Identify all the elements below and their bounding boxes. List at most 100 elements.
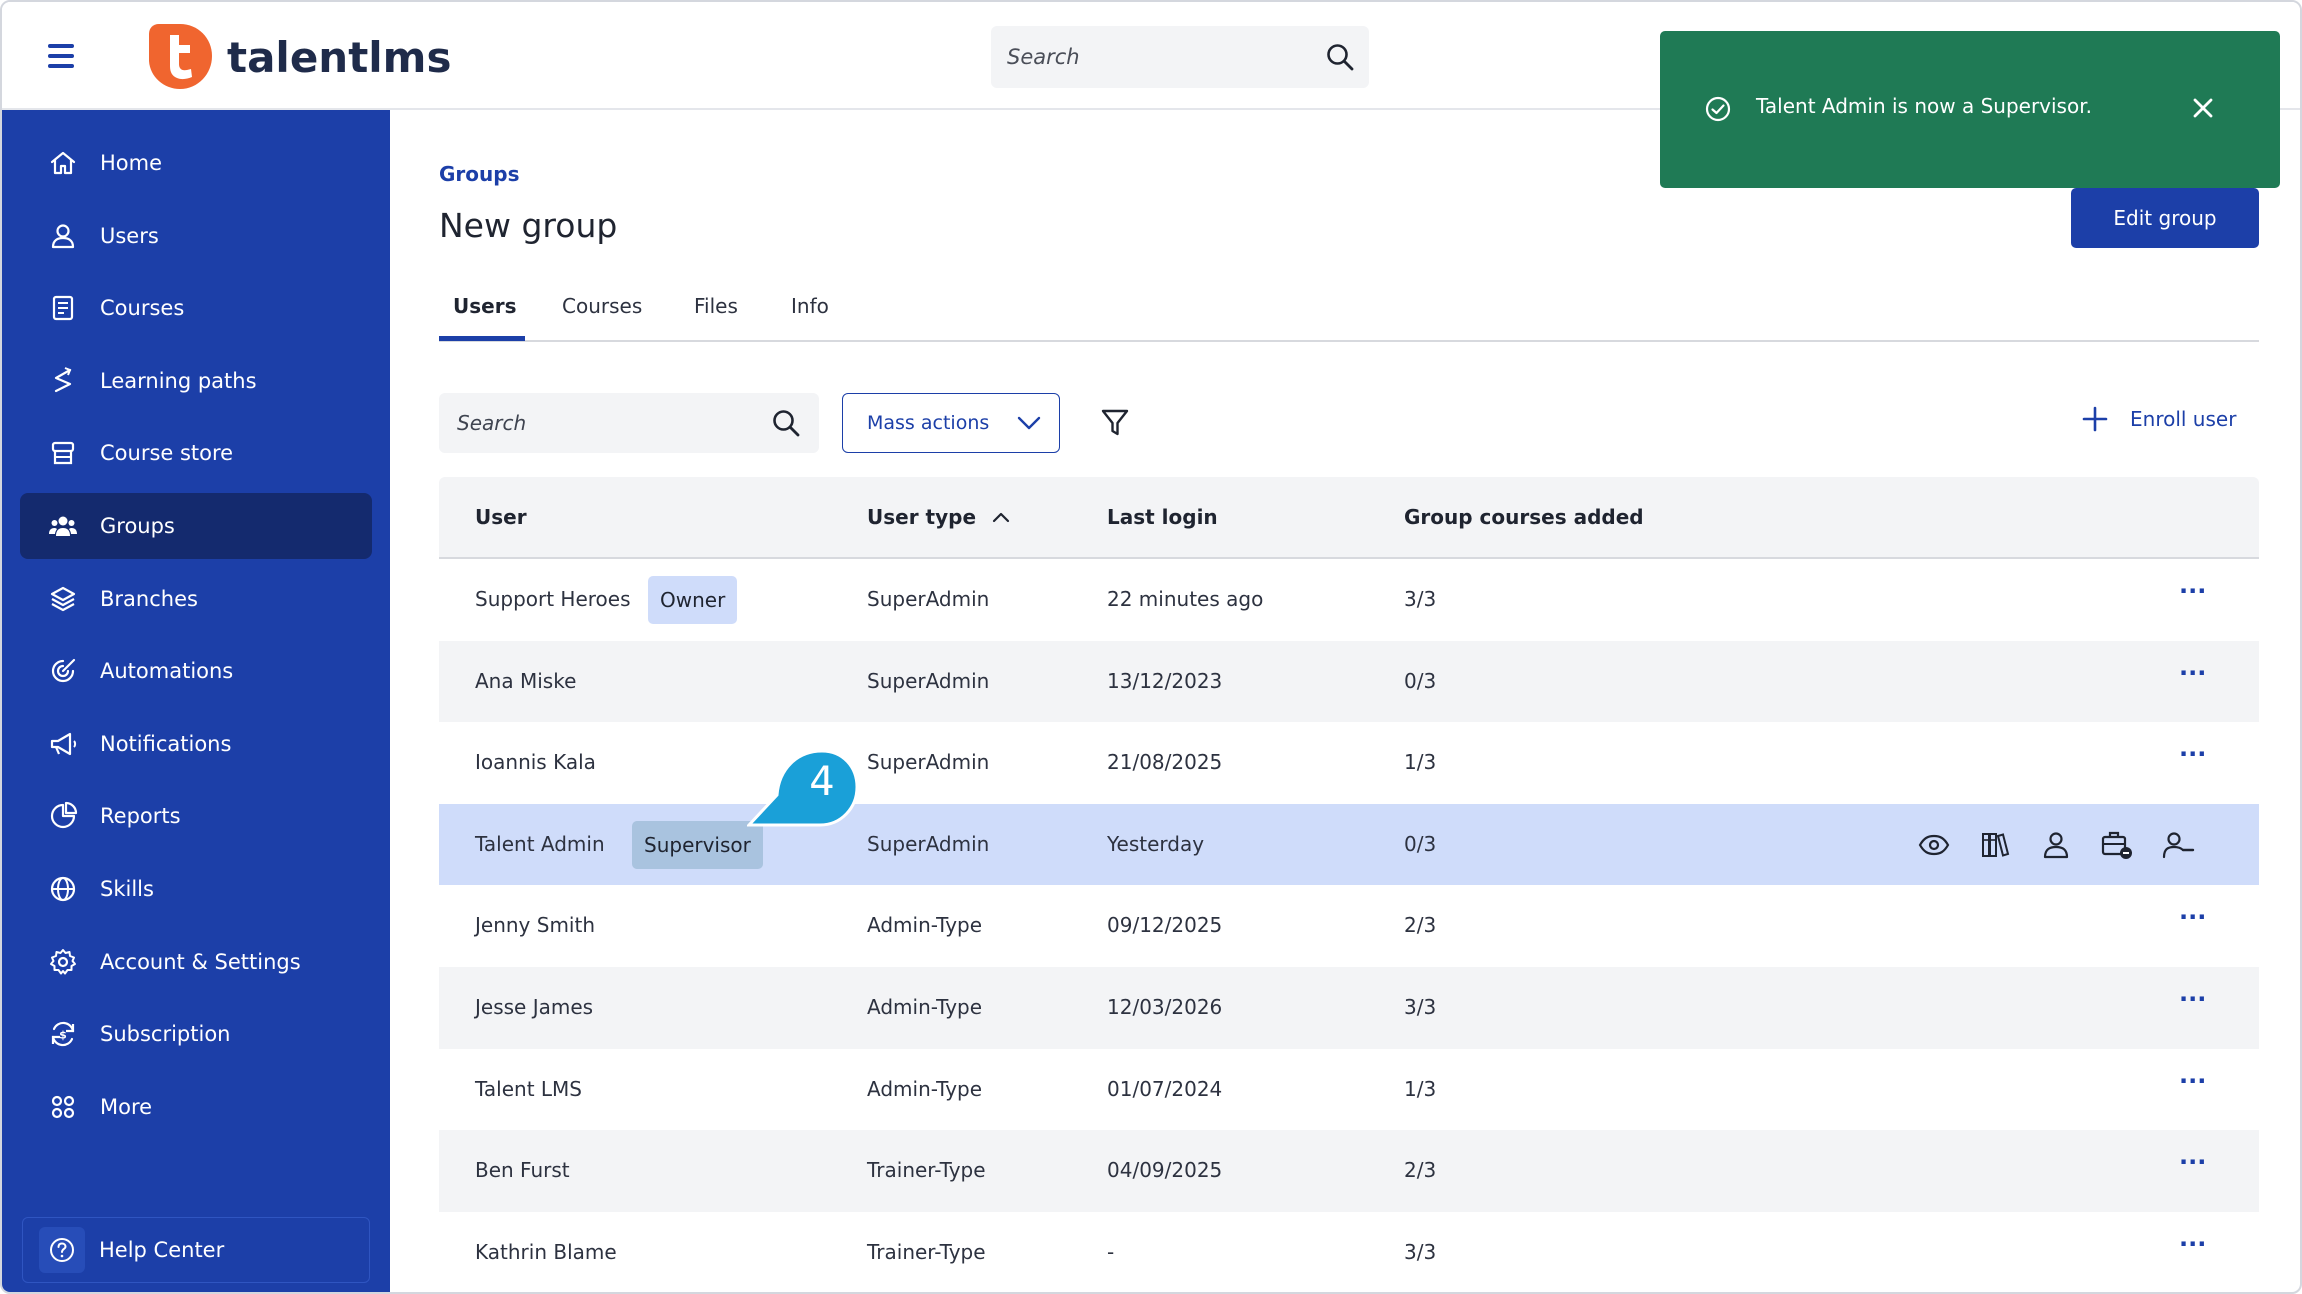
- plus-icon: [2082, 406, 2108, 432]
- tab-info[interactable]: Info: [791, 294, 829, 318]
- user-profile-icon[interactable]: [2039, 828, 2073, 862]
- logo-text: talentlms: [227, 32, 452, 82]
- sidebar-item-label: Courses: [100, 296, 185, 321]
- sidebar-item-account-and-settings[interactable]: Account & Settings: [20, 929, 372, 995]
- row-menu-icon[interactable]: ···: [2179, 1148, 2206, 1176]
- table-row[interactable]: Jenny Smith Admin-Type 09/12/2025 2/3 ···: [439, 885, 2259, 967]
- mass-actions-dropdown[interactable]: Mass actions: [842, 393, 1060, 453]
- remove-supervisor-icon[interactable]: [2100, 828, 2134, 862]
- row-menu-icon[interactable]: ···: [2179, 903, 2206, 931]
- table-row[interactable]: Kathrin Blame Trainer-Type - 3/3 ···: [439, 1212, 2259, 1292]
- sidebar-item-skills[interactable]: Skills: [20, 856, 372, 922]
- sidebar-item-course-store[interactable]: Course store: [20, 420, 372, 486]
- group-courses-added: 2/3: [1404, 1158, 1437, 1183]
- sidebar-item-subscription[interactable]: $ Subscription: [20, 1001, 372, 1067]
- user-name[interactable]: Kathrin Blame: [475, 1240, 617, 1264]
- row-menu-icon[interactable]: ···: [2179, 1230, 2206, 1258]
- logo[interactable]: talentlms: [145, 22, 451, 92]
- user-name[interactable]: Talent Admin: [475, 832, 605, 856]
- user-name[interactable]: Jenny Smith: [475, 913, 595, 937]
- row-menu-icon[interactable]: ···: [2179, 740, 2206, 768]
- tab-files[interactable]: Files: [694, 294, 738, 318]
- row-menu-icon[interactable]: ···: [2179, 659, 2206, 687]
- courses-books-icon[interactable]: [1978, 828, 2012, 862]
- groups-icon: [49, 516, 77, 536]
- sidebar-item-label: Users: [100, 223, 159, 248]
- last-login: 01/07/2024: [1107, 1076, 1223, 1101]
- sidebar-item-label: Automations: [100, 659, 234, 684]
- sidebar-item-home[interactable]: Home: [20, 130, 372, 196]
- search-icon[interactable]: [1325, 42, 1355, 72]
- last-login: 21/08/2025: [1107, 750, 1223, 775]
- sidebar-item-branches[interactable]: Branches: [20, 566, 372, 632]
- row-actions: [1917, 826, 2222, 864]
- remove-user-icon[interactable]: [2161, 828, 2195, 862]
- sidebar-item-label: Home: [100, 151, 163, 175]
- sidebar-item-users[interactable]: Users: [20, 203, 372, 269]
- pie-chart-icon: [50, 802, 78, 829]
- breadcrumb-groups[interactable]: Groups: [439, 162, 519, 186]
- table-header: User User type Last login Group courses …: [439, 477, 2259, 559]
- sidebar-item-learning-paths[interactable]: Learning paths: [20, 348, 372, 414]
- user-type: SuperAdmin: [867, 668, 990, 693]
- table-row[interactable]: Talent LMS Admin-Type 01/07/2024 1/3 ···: [439, 1049, 2259, 1131]
- tab-courses[interactable]: Courses: [562, 294, 642, 318]
- column-header-last-login-label: Last login: [1107, 505, 1218, 529]
- page-title: New group: [439, 206, 618, 245]
- app-window: talentlms Home Users Courses Learning paths…: [0, 0, 2302, 1294]
- table-row[interactable]: Jesse James Admin-Type 12/03/2026 3/3 ···: [439, 966, 2259, 1049]
- help-center-button[interactable]: Help Center: [22, 1217, 370, 1283]
- filter-icon[interactable]: [1100, 407, 1130, 439]
- hamburger-menu-icon[interactable]: [48, 44, 76, 68]
- chevron-down-icon: [1017, 416, 1041, 430]
- group-courses-added: 1/3: [1404, 750, 1437, 775]
- user-type: SuperAdmin: [867, 750, 990, 775]
- table-row[interactable]: Ben Furst Trainer-Type 04/09/2025 2/3 ···: [439, 1130, 2259, 1212]
- layers-icon: [50, 586, 76, 611]
- table-row[interactable]: Ioannis Kala SuperAdmin 21/08/2025 1/3 ···: [439, 722, 2259, 804]
- table-row[interactable]: Talent Admin Supervisor SuperAdmin Yesterda…: [439, 803, 2259, 886]
- column-header-user-type-label: User type: [867, 505, 977, 529]
- row-menu-icon[interactable]: ···: [2179, 577, 2206, 605]
- group-courses-added: 3/3: [1404, 994, 1437, 1019]
- table-row[interactable]: Support Heroes Owner SuperAdmin 22 minutes …: [439, 559, 2259, 641]
- view-eye-icon[interactable]: [1917, 828, 1951, 862]
- user-name[interactable]: Talent LMS: [475, 1077, 582, 1101]
- row-menu-icon[interactable]: ···: [2179, 985, 2206, 1013]
- tab-users[interactable]: Users: [453, 294, 516, 318]
- enroll-user-label: Enroll user: [2130, 407, 2237, 431]
- user-type: Admin-Type: [867, 913, 983, 938]
- sidebar-item-label: More: [100, 1094, 153, 1119]
- column-header-group-courses[interactable]: Group courses added: [1404, 505, 1644, 529]
- sidebar-item-groups[interactable]: Groups: [20, 492, 372, 559]
- user-name[interactable]: Jesse James: [475, 995, 593, 1019]
- user-icon: [51, 223, 75, 248]
- close-icon[interactable]: [2188, 93, 2218, 123]
- column-header-user[interactable]: User: [475, 505, 527, 529]
- sidebar-item-automations[interactable]: Automations: [20, 638, 372, 704]
- global-search-input[interactable]: [1007, 45, 1325, 69]
- sidebar-item-label: Account & Settings: [100, 949, 301, 974]
- search-icon[interactable]: [771, 408, 801, 438]
- supervisor-badge: Supervisor: [632, 820, 763, 869]
- sidebar-item-label: Notifications: [100, 731, 232, 756]
- subscription-icon: $: [51, 1022, 75, 1047]
- user-name[interactable]: Ioannis Kala: [475, 750, 596, 774]
- sidebar-item-notifications[interactable]: Notifications: [20, 711, 372, 777]
- sidebar-item-courses[interactable]: Courses: [20, 275, 372, 341]
- column-header-user-type[interactable]: User type: [867, 505, 1010, 529]
- user-name[interactable]: Ana Miske: [475, 669, 576, 693]
- last-login: 13/12/2023: [1107, 668, 1223, 693]
- table-row[interactable]: Ana Miske SuperAdmin 13/12/2023 0/3 ···: [439, 640, 2259, 723]
- column-header-last-login[interactable]: Last login: [1107, 505, 1218, 529]
- user-name[interactable]: Ben Furst: [475, 1158, 570, 1182]
- sidebar-item-reports[interactable]: Reports: [20, 783, 372, 849]
- sidebar-item-more[interactable]: More: [20, 1074, 372, 1140]
- user-type: Trainer-Type: [867, 1158, 986, 1183]
- enroll-user-button[interactable]: Enroll user: [2082, 406, 2236, 432]
- user-name[interactable]: Support Heroes: [475, 587, 631, 611]
- sidebar-item-label: Groups: [100, 513, 175, 538]
- row-menu-icon[interactable]: ···: [2179, 1067, 2206, 1095]
- users-search-input[interactable]: [457, 411, 771, 435]
- edit-group-button[interactable]: Edit group: [2071, 188, 2259, 248]
